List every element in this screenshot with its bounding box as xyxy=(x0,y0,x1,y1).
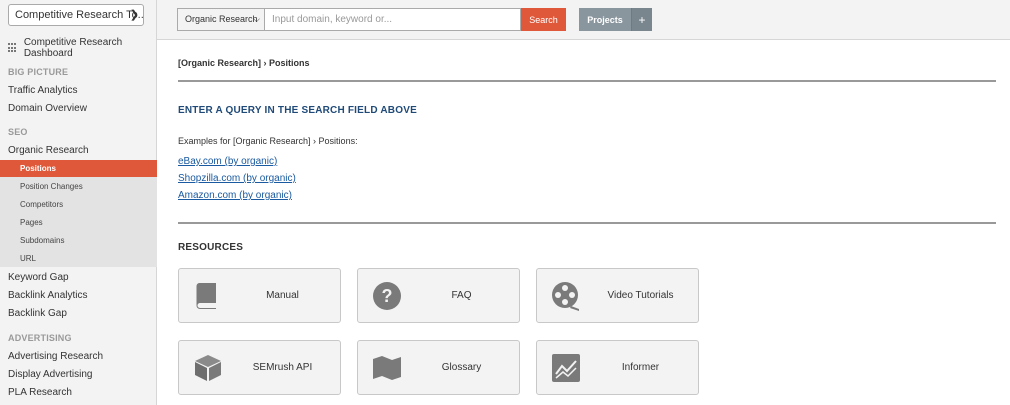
breadcrumb: [Organic Research] › Positions xyxy=(178,58,310,68)
sidebar-item-label: Competitive Research Dashboard xyxy=(23,37,123,59)
sidebar-item-display-advertising[interactable]: Display Advertising xyxy=(8,369,92,380)
svg-text:?: ? xyxy=(382,286,393,306)
sidebar-subitem-url[interactable]: URL xyxy=(0,250,157,267)
sidebar-item-domain-overview[interactable]: Domain Overview xyxy=(8,103,87,114)
sidebar: Competitive Research To... ❯ Competitive… xyxy=(0,0,157,405)
resource-card-label: SEMrush API xyxy=(252,362,313,373)
database-select[interactable]: Organic Research ⌵ xyxy=(177,8,265,31)
question-icon: ? xyxy=(373,282,401,310)
example-link-amazon[interactable]: Amazon.com (by organic) xyxy=(178,190,292,201)
resource-card-label: Glossary xyxy=(441,362,482,373)
example-link-ebay[interactable]: eBay.com (by organic) xyxy=(178,156,277,167)
resource-card-video-tutorials[interactable]: Video Tutorials xyxy=(536,268,699,323)
resource-card-faq[interactable]: ? FAQ xyxy=(357,268,520,323)
divider xyxy=(178,222,996,224)
resource-card-glossary[interactable]: Glossary xyxy=(357,340,520,395)
sidebar-item-traffic-analytics[interactable]: Traffic Analytics xyxy=(8,85,77,96)
sidebar-subitem-subdomains[interactable]: Subdomains xyxy=(0,232,157,249)
add-project-button[interactable]: + xyxy=(631,8,652,31)
sidebar-subitem-position-changes[interactable]: Position Changes xyxy=(0,178,157,195)
resources-heading: RESOURCES xyxy=(178,242,244,253)
resource-card-label: FAQ xyxy=(451,290,472,301)
tool-select-value: Competitive Research To... xyxy=(15,9,144,21)
chevron-down-icon: ⌵ xyxy=(253,14,260,24)
sidebar-item-keyword-gap[interactable]: Keyword Gap xyxy=(8,272,69,283)
resource-card-label: Informer xyxy=(621,362,660,373)
sidebar-subitem-competitors[interactable]: Competitors xyxy=(0,196,157,213)
resource-card-informer[interactable]: Informer xyxy=(536,340,699,395)
database-select-value: Organic Research xyxy=(185,14,258,24)
sidebar-subitem-pages[interactable]: Pages xyxy=(0,214,157,231)
tool-select-dropdown[interactable]: Competitive Research To... ❯ xyxy=(8,4,144,26)
film-reel-icon xyxy=(552,282,579,311)
sidebar-subitem-positions[interactable]: Positions xyxy=(0,160,157,177)
sidebar-item-dashboard[interactable]: Competitive Research Dashboard xyxy=(8,37,156,59)
sidebar-item-advertising-research[interactable]: Advertising Research xyxy=(8,351,103,362)
chevron-down-icon: ❯ xyxy=(129,9,139,21)
divider xyxy=(178,80,996,82)
resource-card-manual[interactable]: Manual xyxy=(178,268,341,323)
section-heading-seo: SEO xyxy=(8,127,28,137)
query-heading: ENTER A QUERY IN THE SEARCH FIELD ABOVE xyxy=(178,105,417,116)
search-button[interactable]: Search xyxy=(521,8,566,31)
section-heading-big-picture: BIG PICTURE xyxy=(8,67,69,77)
section-heading-advertising: ADVERTISING xyxy=(8,333,72,343)
examples-label: Examples for [Organic Research] › Positi… xyxy=(178,136,358,146)
sidebar-item-pla-research[interactable]: PLA Research xyxy=(8,387,72,398)
search-input[interactable] xyxy=(265,8,521,31)
chart-icon xyxy=(552,354,580,382)
grid-icon xyxy=(8,43,17,53)
resource-card-label: Manual xyxy=(266,290,299,301)
sidebar-item-organic-research[interactable]: Organic Research xyxy=(8,145,89,156)
top-bar: Organic Research ⌵ Search Projects + xyxy=(157,0,1010,40)
projects-button[interactable]: Projects xyxy=(579,8,631,31)
resource-card-semrush-api[interactable]: SEMrush API xyxy=(178,340,341,395)
cube-icon xyxy=(195,355,221,381)
organic-research-submenu: Positions Position Changes Competitors P… xyxy=(0,160,157,267)
resource-card-label: Video Tutorials xyxy=(607,290,674,301)
sidebar-item-backlink-gap[interactable]: Backlink Gap xyxy=(8,308,67,319)
example-link-shopzilla[interactable]: Shopzilla.com (by organic) xyxy=(178,173,296,184)
sidebar-item-backlink-analytics[interactable]: Backlink Analytics xyxy=(8,290,87,301)
map-icon xyxy=(373,356,401,380)
book-icon xyxy=(196,283,216,309)
